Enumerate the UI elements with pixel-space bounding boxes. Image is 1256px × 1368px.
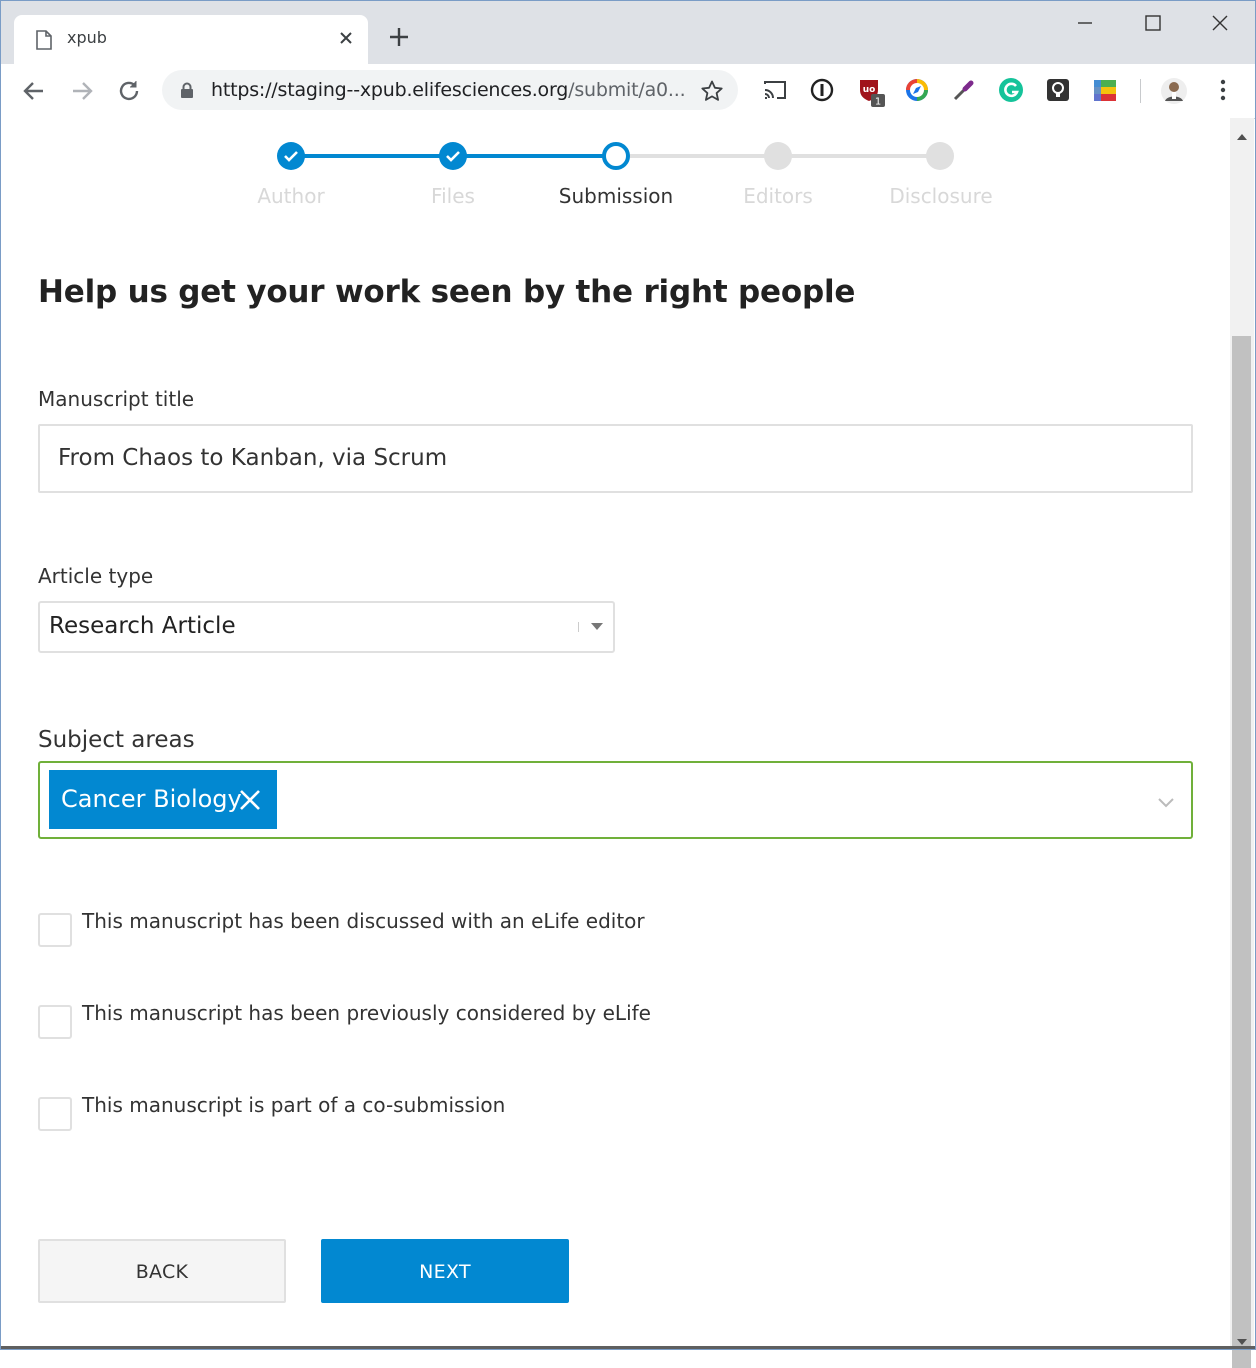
page-icon: [36, 30, 52, 54]
lock-icon: [180, 82, 194, 103]
back-arrow-icon[interactable]: [21, 78, 47, 104]
tab-strip: xpub: [0, 0, 1256, 64]
step-disclosure-dot: [926, 142, 954, 170]
url-path: /submit/a0...: [568, 79, 686, 101]
progress-stepper: Author Files Submission Editors Disclosu…: [0, 118, 1230, 218]
subject-chip: Cancer Biology: [49, 770, 277, 829]
next-button[interactable]: NEXT: [321, 1239, 569, 1303]
scroll-up-icon[interactable]: [1237, 126, 1247, 145]
page-content: Author Files Submission Editors Disclosu…: [0, 118, 1230, 1346]
password-icon[interactable]: [809, 77, 835, 103]
cast-icon[interactable]: [762, 77, 788, 103]
caret-down-icon[interactable]: [591, 623, 603, 630]
toolbar-divider: [1140, 79, 1141, 103]
profile-avatar[interactable]: [1160, 77, 1187, 104]
subject-areas-label: Subject areas: [38, 727, 195, 753]
article-type-value: Research Article: [49, 613, 236, 639]
article-type-select[interactable]: Research Article: [38, 601, 615, 653]
step-label-editors: Editors: [743, 184, 813, 208]
window-bottom-edge: [0, 1346, 1256, 1350]
step-submission-dot: [602, 142, 630, 170]
cosubmission-checkbox[interactable]: [38, 1097, 72, 1131]
manuscript-title-label: Manuscript title: [38, 387, 195, 411]
back-button[interactable]: BACK: [38, 1239, 286, 1303]
manuscript-title-input[interactable]: From Chaos to Kanban, via Scrum: [38, 424, 1193, 493]
browser-toolbar: https://staging--xpub.elifesciences.org/…: [0, 64, 1256, 119]
step-label-files[interactable]: Files: [373, 184, 533, 208]
plus-icon[interactable]: [388, 26, 410, 52]
url-text: https://staging--xpub.elifesciences.org/…: [211, 79, 686, 101]
ublock-icon[interactable]: uo 1: [857, 77, 885, 108]
grammarly-icon[interactable]: [998, 77, 1024, 103]
maximize-icon[interactable]: [1144, 14, 1162, 36]
subject-areas-select[interactable]: Cancer Biology: [38, 761, 1193, 839]
chevron-down-icon[interactable]: [1157, 794, 1175, 813]
window-close-icon[interactable]: [1211, 14, 1229, 36]
svg-text:uo: uo: [863, 85, 876, 95]
check-icon: [284, 151, 298, 162]
tab-title: xpub: [67, 28, 107, 47]
step-label-submission: Submission: [558, 184, 674, 208]
extension-badge: 1: [875, 97, 881, 108]
address-bar[interactable]: https://staging--xpub.elifesciences.org/…: [162, 70, 738, 110]
keep-icon[interactable]: [1045, 77, 1071, 103]
previously-considered-checkbox[interactable]: [38, 1005, 72, 1039]
subject-chip-label: Cancer Biology: [61, 785, 242, 813]
url-host: https://staging--xpub.elifesciences.org: [211, 79, 569, 101]
page-title: Help us get your work seen by the right …: [38, 274, 856, 310]
reload-icon[interactable]: [116, 78, 142, 104]
discussed-checkbox[interactable]: [38, 913, 72, 947]
color-extension-icon[interactable]: [1092, 77, 1118, 103]
more-menu-icon[interactable]: [1210, 77, 1236, 103]
compass-icon[interactable]: [904, 77, 930, 103]
select-separator: [578, 622, 579, 632]
discussed-checkbox-label[interactable]: This manuscript has been discussed with …: [82, 909, 645, 933]
eyedropper-icon[interactable]: [951, 77, 977, 103]
page-scrollbar[interactable]: [1230, 118, 1254, 1368]
scrollbar-thumb[interactable]: [1232, 336, 1251, 1368]
remove-chip-icon[interactable]: [238, 788, 262, 818]
cosubmission-checkbox-label[interactable]: This manuscript is part of a co-submissi…: [82, 1093, 505, 1117]
article-type-label: Article type: [38, 564, 154, 588]
close-icon[interactable]: [338, 30, 354, 50]
star-icon[interactable]: [700, 79, 724, 107]
check-icon: [446, 151, 460, 162]
previously-considered-checkbox-label[interactable]: This manuscript has been previously cons…: [82, 1001, 651, 1025]
step-author-dot[interactable]: [277, 142, 305, 170]
browser-tab[interactable]: xpub: [14, 15, 368, 64]
step-editors-dot: [764, 142, 792, 170]
step-label-disclosure: Disclosure: [889, 184, 993, 208]
forward-arrow-icon[interactable]: [69, 78, 95, 104]
step-files-dot[interactable]: [439, 142, 467, 170]
minimize-icon[interactable]: [1076, 14, 1094, 36]
step-label-author[interactable]: Author: [211, 184, 371, 208]
